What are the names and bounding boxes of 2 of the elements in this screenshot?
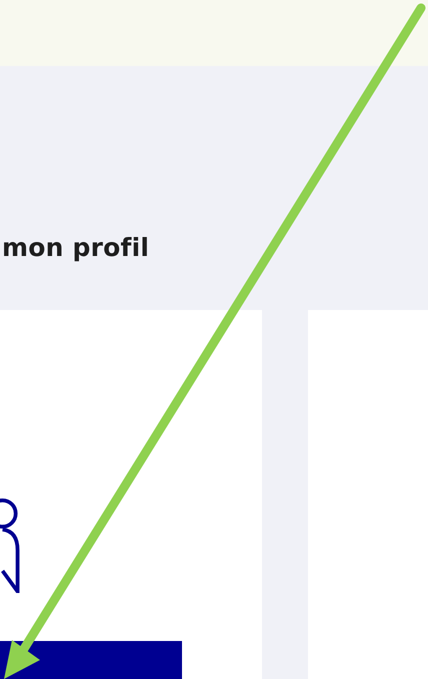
primary-button[interactable]	[0, 641, 182, 679]
page-heading: mon profil	[2, 233, 150, 262]
